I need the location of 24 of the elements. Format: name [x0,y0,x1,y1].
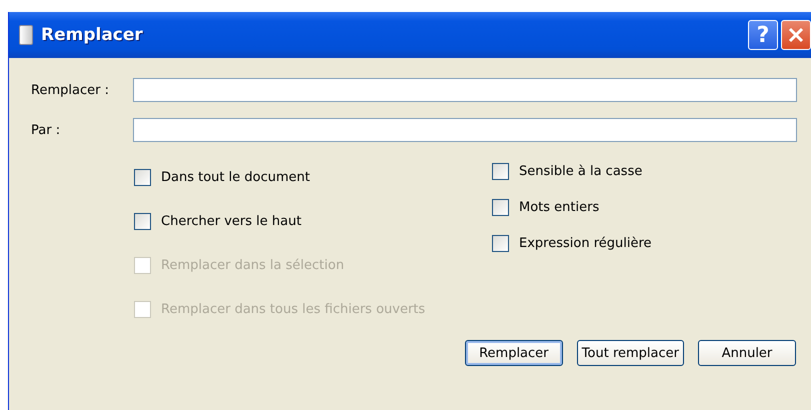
input-field[interactable] [133,78,797,102]
close-icon [788,27,804,43]
checkbox[interactable] [134,212,151,230]
checkbox[interactable] [134,168,151,186]
window-title: Remplacer [41,25,144,45]
close-button[interactable] [781,20,811,50]
checkbox[interactable] [492,198,509,216]
window-icon [19,25,33,45]
field-label: Remplacer : [31,82,110,98]
help-button[interactable]: ? [748,20,778,50]
checkbox-label: Sensible à la casse [519,164,642,178]
checkbox-label: Remplacer dans tous les fichiers ouverts [161,302,426,316]
checkbox-label: Dans tout le document [161,170,310,184]
checkbox-label: Remplacer dans la sélection [161,258,344,272]
dialog-button[interactable]: Tout remplacer [576,340,684,366]
checkbox-label: Chercher vers le haut [161,214,302,228]
checkbox-label: Mots entiers [519,200,600,214]
input-field[interactable] [133,118,797,142]
checkbox[interactable] [492,234,509,252]
checkbox[interactable] [492,162,509,180]
dialog-button[interactable]: Remplacer [464,340,563,366]
field-label: Par : [31,122,62,138]
dialog-button[interactable]: Annuler [698,340,796,366]
checkbox-label: Expression régulière [519,236,652,250]
